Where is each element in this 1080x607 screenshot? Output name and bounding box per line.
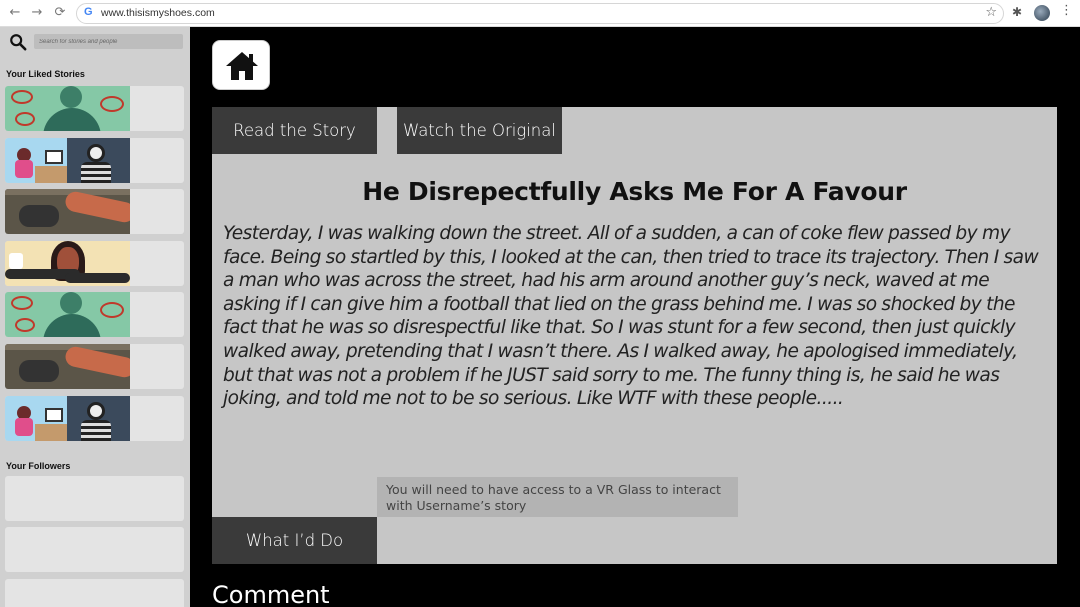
home-button[interactable] — [212, 40, 270, 90]
liked-story-item[interactable] — [5, 344, 184, 389]
forward-icon[interactable]: → — [28, 4, 46, 22]
sidebar: Your Liked Stories — [0, 27, 190, 607]
tab-read-story[interactable]: Read the Story — [212, 107, 377, 154]
story-thumbnail — [5, 138, 130, 183]
home-icon — [226, 52, 258, 80]
follower-item[interactable] — [5, 527, 184, 572]
liked-story-item[interactable] — [5, 396, 184, 441]
liked-story-item[interactable] — [5, 292, 184, 337]
story-thumbnail — [5, 86, 130, 131]
follower-item[interactable] — [5, 476, 184, 521]
menu-dots-icon[interactable]: ⋮ — [1060, 3, 1073, 18]
tab-what-id-do[interactable]: What I’d Do — [212, 517, 377, 564]
search-bar — [6, 32, 184, 52]
story-thumbnail — [5, 292, 130, 337]
liked-stories-heading: Your Liked Stories — [6, 69, 85, 79]
url-text[interactable]: www.thisismyshoes.com — [101, 7, 215, 19]
story-body: Yesterday, I was walking down the street… — [223, 223, 1039, 410]
comment-heading: Comment — [212, 581, 330, 607]
liked-story-item[interactable] — [5, 241, 184, 286]
search-icon[interactable] — [9, 33, 27, 51]
profile-avatar[interactable] — [1034, 5, 1050, 21]
extensions-icon[interactable]: ✱ — [1012, 5, 1022, 19]
story-thumbnail — [5, 344, 130, 389]
address-bar[interactable]: G www.thisismyshoes.com ☆ — [76, 3, 1004, 24]
search-input[interactable] — [34, 34, 183, 49]
reload-icon[interactable]: ⟳ — [51, 4, 69, 22]
star-icon[interactable]: ☆ — [985, 5, 997, 20]
back-icon[interactable]: ← — [6, 4, 24, 22]
followers-heading: Your Followers — [6, 461, 71, 471]
story-thumbnail — [5, 241, 130, 286]
story-panel: Read the Story Watch the Original He Dis… — [212, 107, 1057, 564]
tab-watch-original[interactable]: Watch the Original — [397, 107, 562, 154]
story-title: He Disrepectfully Asks Me For A Favour — [362, 177, 907, 206]
liked-story-item[interactable] — [5, 86, 184, 131]
browser-toolbar: ← → ⟳ G www.thisismyshoes.com ☆ ✱ ⋮ — [0, 0, 1080, 27]
vr-notice: You will need to have access to a VR Gla… — [377, 477, 738, 517]
google-icon: G — [84, 6, 93, 18]
follower-item[interactable] — [5, 579, 184, 607]
story-thumbnail — [5, 189, 130, 234]
liked-story-item[interactable] — [5, 138, 184, 183]
story-thumbnail — [5, 396, 130, 441]
liked-story-item[interactable] — [5, 189, 184, 234]
